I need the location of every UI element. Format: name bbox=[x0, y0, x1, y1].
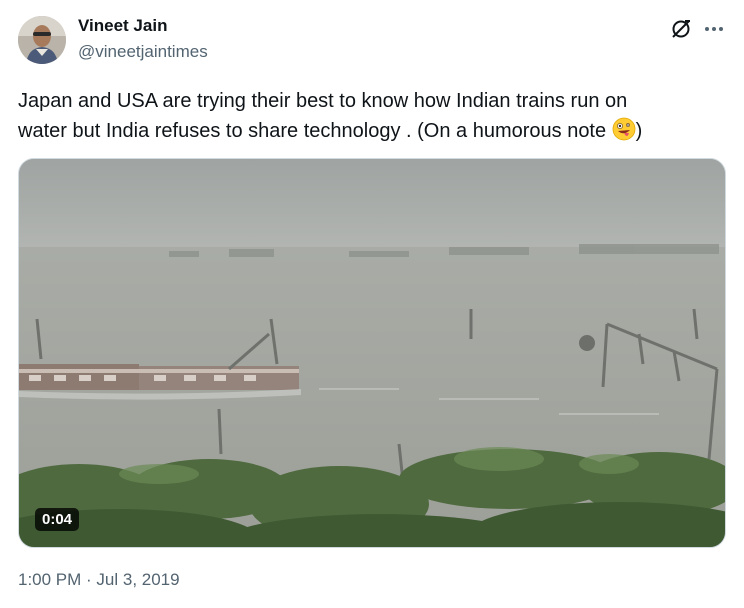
tweet-text: Japan and USA are trying their best to k… bbox=[18, 86, 718, 146]
author-handle[interactable]: @vineetjaintimes bbox=[78, 42, 208, 62]
video-player[interactable]: 0:04 bbox=[18, 158, 726, 548]
tweet-text-line-2-main: water but India refuses to share technol… bbox=[18, 120, 612, 142]
tweet-timestamp[interactable]: 1:00 PM · Jul 3, 2019 bbox=[18, 570, 180, 590]
zany-face-emoji-icon bbox=[612, 117, 636, 141]
grok-icon[interactable] bbox=[670, 18, 692, 40]
avatar-photo bbox=[18, 16, 66, 64]
tweet-text-line-1: Japan and USA are trying their best to k… bbox=[18, 90, 628, 112]
video-thumbnail bbox=[19, 159, 725, 547]
more-options-icon[interactable] bbox=[702, 18, 726, 40]
tweet-text-line-2-end: ) bbox=[635, 120, 643, 142]
video-duration-badge: 0:04 bbox=[35, 508, 80, 531]
tweet-text-line-2: water but India refuses to share technol… bbox=[18, 116, 718, 146]
author-name[interactable]: Vineet Jain bbox=[78, 16, 167, 36]
author-avatar[interactable] bbox=[18, 16, 66, 64]
